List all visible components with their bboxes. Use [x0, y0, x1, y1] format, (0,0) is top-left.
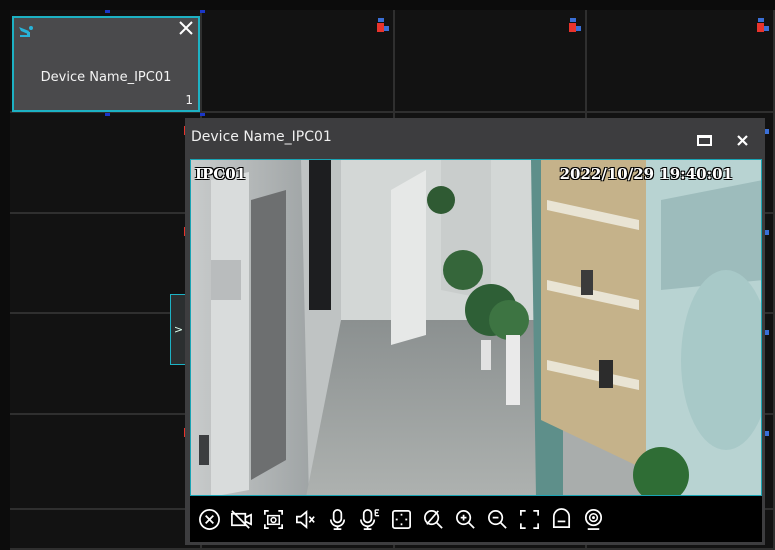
channel-cell[interactable] — [202, 10, 395, 113]
channel-cell[interactable] — [10, 510, 202, 550]
playback-toolbar — [190, 496, 762, 542]
video-frame-image — [191, 160, 761, 495]
maximize-icon[interactable] — [697, 132, 712, 151]
grid-marker — [200, 10, 205, 13]
record-off-icon[interactable] — [230, 508, 253, 531]
camera-osd-label: IPC01 — [195, 165, 247, 183]
grid-marker — [105, 10, 110, 13]
microphone-icon[interactable] — [326, 508, 349, 531]
record-status-icon — [569, 18, 581, 33]
close-preview-icon[interactable] — [198, 508, 221, 531]
preview-popup-window[interactable]: Device Name_IPC01 IPC01 2022/10/29 19:40… — [185, 118, 765, 545]
channel-tile-ipc01[interactable]: Device Name_IPC01 1 — [12, 16, 200, 112]
record-status-icon — [377, 18, 389, 33]
grid-marker — [105, 113, 110, 116]
channel-number: 1 — [185, 93, 193, 107]
close-icon[interactable] — [736, 132, 749, 151]
zoom-out-icon[interactable] — [486, 508, 509, 531]
intercom-icon[interactable] — [358, 508, 381, 531]
mute-icon[interactable] — [294, 508, 317, 531]
channel-cell[interactable] — [395, 10, 587, 113]
channel-cell[interactable] — [587, 10, 775, 113]
zoom-in-icon[interactable] — [454, 508, 477, 531]
popup-title: Device Name_IPC01 — [191, 129, 332, 145]
chevron-right-icon: > — [173, 323, 184, 336]
channel-cell[interactable] — [10, 415, 202, 510]
stream-switch-icon[interactable] — [550, 507, 573, 531]
timestamp-osd: 2022/10/29 19:40:01 — [559, 165, 733, 183]
fullscreen-icon[interactable] — [518, 508, 541, 531]
snapshot-icon[interactable] — [262, 508, 285, 531]
live-video-view[interactable]: IPC01 2022/10/29 19:40:01 — [190, 159, 762, 496]
record-status-icon — [757, 18, 769, 33]
channel-cell[interactable] — [10, 113, 202, 214]
grid-marker — [200, 113, 205, 116]
camera-icon — [18, 24, 36, 43]
close-icon[interactable] — [178, 20, 194, 40]
disable-icon[interactable] — [422, 508, 445, 531]
device-name: Device Name_IPC01 — [40, 70, 172, 85]
digital-zoom-icon[interactable] — [390, 508, 413, 531]
ptz-icon[interactable] — [582, 508, 605, 531]
